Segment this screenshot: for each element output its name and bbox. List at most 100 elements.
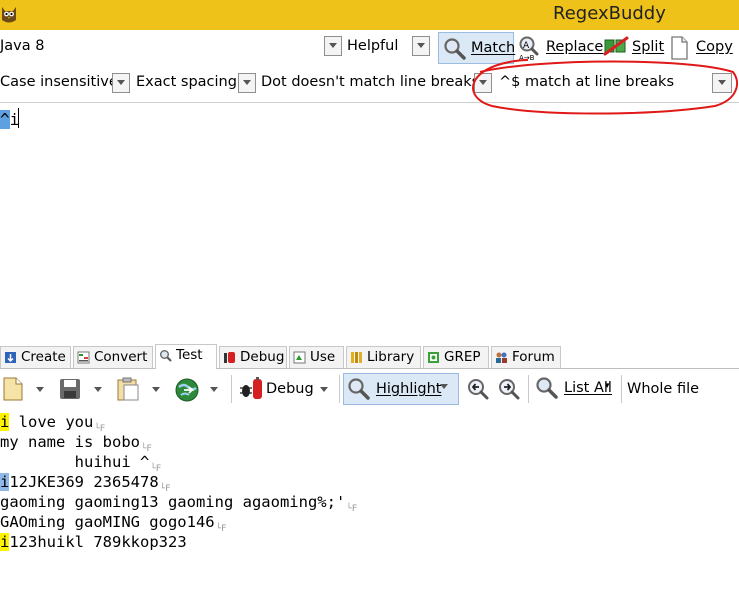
tab-test[interactable]: Test bbox=[155, 344, 217, 369]
copy-icon bbox=[671, 36, 688, 60]
scope-select-value[interactable]: Whole file bbox=[627, 381, 699, 397]
replace-button[interactable]: A A→B Replace bbox=[516, 32, 603, 64]
line-break-marker: └F bbox=[215, 524, 227, 534]
tab-debug[interactable]: Debug bbox=[219, 346, 287, 368]
test-debug-dropdown[interactable] bbox=[316, 381, 334, 401]
magnifier-icon bbox=[444, 38, 466, 60]
tab-library-label: Library bbox=[367, 349, 415, 365]
line-text: huihui ^ bbox=[0, 453, 150, 471]
test-debug-label: Debug bbox=[266, 381, 314, 397]
anchors-option-dropdown[interactable] bbox=[712, 73, 732, 93]
toolbar-separator bbox=[231, 375, 232, 403]
dot-option-dropdown[interactable] bbox=[474, 73, 492, 93]
split-button[interactable]: Split bbox=[602, 32, 666, 64]
test-line: i love you└F bbox=[0, 413, 105, 434]
save-dropdown[interactable] bbox=[90, 381, 108, 401]
line-text: GAOming gaoMING gogo146 bbox=[0, 513, 215, 531]
web-dropdown[interactable] bbox=[206, 381, 224, 401]
tab-convert[interactable]: Convert bbox=[73, 346, 153, 368]
split-icon bbox=[603, 36, 629, 56]
highlight-dropdown[interactable] bbox=[436, 378, 454, 398]
svg-text:A→B: A→B bbox=[519, 54, 535, 61]
list-all-dropdown-arrow[interactable]: ▾ bbox=[605, 381, 610, 391]
spacing-option-dropdown[interactable] bbox=[238, 73, 256, 93]
svg-text:A: A bbox=[523, 41, 530, 51]
tab-forum-label: Forum bbox=[512, 349, 555, 365]
tab-test-label: Test bbox=[176, 347, 203, 363]
toolbar-separator bbox=[621, 375, 622, 403]
text-caret bbox=[18, 108, 19, 128]
create-icon bbox=[5, 352, 16, 363]
tab-grep-label: GREP bbox=[444, 349, 481, 365]
help-mode-select-value[interactable]: Helpful bbox=[347, 38, 398, 54]
tab-forum[interactable]: Forum bbox=[491, 346, 561, 368]
tab-convert-label: Convert bbox=[94, 349, 148, 365]
use-icon bbox=[293, 351, 306, 364]
previous-match-icon[interactable] bbox=[466, 377, 490, 401]
line-text: gaoming gaoming13 gaoming agaoming%;' bbox=[0, 493, 346, 511]
test-toolbar: Debug Highlight List All ▾ Whole file bbox=[0, 369, 739, 409]
tab-use[interactable]: Use bbox=[289, 346, 344, 368]
line-text: my name is bobo bbox=[0, 433, 140, 451]
test-line: gaoming gaoming13 gaoming agaoming%;'└F bbox=[0, 493, 357, 514]
main-toolbar: Java 8 Helpful Match A A→B Replace Split bbox=[0, 30, 739, 66]
line-text: love you bbox=[9, 413, 94, 431]
match-button[interactable]: Match bbox=[438, 32, 516, 64]
replace-icon: A A→B bbox=[519, 36, 539, 61]
test-line: i12JKE369 2365478└F bbox=[0, 473, 171, 494]
clipboard-icon[interactable] bbox=[116, 376, 140, 402]
split-button-label: Split bbox=[632, 39, 665, 55]
help-mode-dropdown-button[interactable] bbox=[412, 36, 430, 56]
case-option-value[interactable]: Case insensitive bbox=[0, 74, 118, 90]
highlight-button[interactable]: Highlight bbox=[343, 373, 459, 405]
flavor-select-value[interactable]: Java 8 bbox=[0, 38, 44, 54]
bug-icon bbox=[240, 377, 262, 399]
owl-icon[interactable] bbox=[0, 3, 18, 25]
forum-icon bbox=[496, 352, 507, 363]
grep-icon bbox=[428, 352, 439, 363]
highlight-button-label: Highlight bbox=[376, 381, 442, 397]
tab-create-label: Create bbox=[21, 349, 66, 365]
highlight-magnifier-icon bbox=[348, 378, 370, 400]
next-match-icon[interactable] bbox=[497, 377, 521, 401]
list-all-button[interactable]: List All ▾ bbox=[532, 373, 617, 405]
tab-debug-label: Debug bbox=[240, 349, 285, 365]
match-highlight: i bbox=[0, 413, 10, 431]
test-line: my name is bobo└F bbox=[0, 433, 152, 454]
copy-button[interactable]: Copy bbox=[668, 32, 738, 64]
clipboard-dropdown[interactable] bbox=[148, 381, 166, 401]
regex-selected-anchor: ^ bbox=[0, 110, 10, 129]
save-icon[interactable] bbox=[58, 377, 82, 401]
tab-create[interactable]: Create bbox=[0, 346, 71, 368]
toolbar-separator bbox=[339, 375, 340, 403]
list-magnifier-icon bbox=[536, 377, 558, 399]
title-bar: RegexBuddy bbox=[0, 0, 739, 30]
line-break-marker: └F bbox=[346, 504, 358, 514]
tab-library[interactable]: Library bbox=[346, 346, 421, 368]
toolbar-separator bbox=[528, 375, 529, 403]
tab-grep[interactable]: GREP bbox=[423, 346, 489, 368]
match-highlight: i bbox=[0, 473, 10, 491]
line-text: 123huikl 789kkop323 bbox=[9, 533, 187, 551]
regex-editor[interactable]: ^i bbox=[0, 103, 739, 343]
anchors-option-value[interactable]: ^$ match at line breaks bbox=[499, 74, 674, 90]
spacing-option-value[interactable]: Exact spacing bbox=[136, 74, 237, 90]
dot-option-value[interactable]: Dot doesn't match line breaks bbox=[261, 74, 479, 90]
copy-button-label: Copy bbox=[696, 39, 733, 55]
tab-bar: Create Convert Test Debug Use Library GR… bbox=[0, 344, 739, 369]
match-button-label: Match bbox=[471, 40, 516, 56]
flavor-dropdown-button[interactable] bbox=[324, 36, 342, 56]
test-subject-text[interactable]: i love you└F my name is bobo└F huihui ^└… bbox=[0, 411, 739, 599]
test-icon bbox=[160, 350, 172, 362]
test-line: huihui ^└F bbox=[0, 453, 162, 474]
window-title: RegexBuddy bbox=[553, 3, 666, 24]
options-toolbar: Case insensitive Exact spacing Dot doesn… bbox=[0, 65, 739, 103]
tab-use-label: Use bbox=[310, 349, 336, 365]
case-option-dropdown[interactable] bbox=[112, 73, 130, 93]
open-file-dropdown[interactable] bbox=[32, 381, 50, 401]
convert-icon bbox=[77, 351, 90, 364]
open-file-icon[interactable] bbox=[2, 376, 24, 402]
regex-text: ^i bbox=[0, 110, 19, 129]
web-icon[interactable] bbox=[174, 377, 200, 403]
line-text: 12JKE369 2365478 bbox=[9, 473, 159, 491]
